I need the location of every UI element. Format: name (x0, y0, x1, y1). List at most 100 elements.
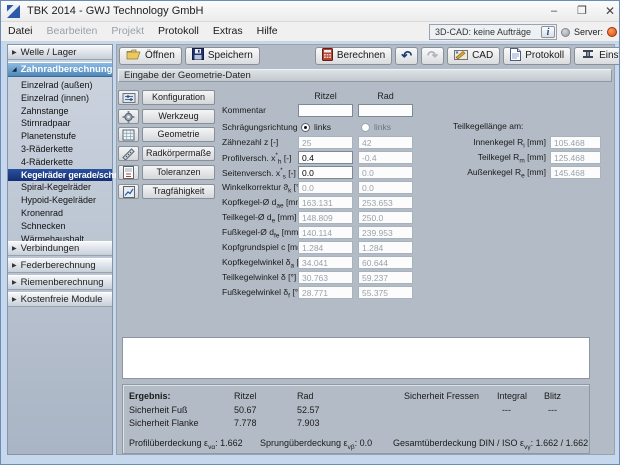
rad-teilkegel-input (358, 211, 413, 224)
form-row-kopfkegelwinkel: Kopfkegelwinkel δa [°] (1, 256, 620, 270)
cone-row-label: Teilkegel R (478, 152, 520, 162)
radio-label: links (314, 122, 331, 132)
sidebar-section-zahnradberechnung[interactable]: ◢ Zahnradberechnung (8, 62, 112, 77)
form-row-kopfkegel-durchmesser: Kopfkegel-Ø dae [mm] (1, 196, 620, 210)
expanded-arrow-icon: ◢ (12, 66, 17, 73)
section-title: Eingabe der Geometrie-Daten (124, 70, 251, 81)
results-panel: Ergebnis: Ritzel Rad Sicherheit Fressen … (122, 384, 590, 454)
rad-winkelkorrektur-input (358, 181, 413, 194)
settings-button[interactable]: Einstellungen (574, 47, 620, 65)
result-value: 52.57 (297, 405, 320, 415)
settings-button-label: Einstellungen (599, 50, 620, 61)
cad-status-text: 3D-CAD: keine Aufträge (435, 27, 531, 37)
sidebar-item-einzelrad-innen[interactable]: Einzelrad (innen) (8, 92, 112, 105)
menu-hilfe[interactable]: Hilfe (250, 22, 285, 41)
row-label: Fußkegel-Ø d (222, 227, 274, 237)
close-button[interactable]: ✕ (596, 1, 620, 21)
cone-length-title: Teilkegellänge am: (453, 121, 523, 131)
row-label: Fußkegelwinkel δ (222, 287, 288, 297)
message-output-box (122, 337, 590, 379)
document-icon (510, 48, 521, 64)
cone-row-teilkegel: Teilkegel Rm [mm] (1, 151, 620, 165)
form-row-fusskegelwinkel: Fußkegelwinkel δf [°] (1, 286, 620, 300)
settings-clamp-icon (581, 48, 595, 63)
konfiguration-button[interactable]: Konfiguration (142, 90, 215, 105)
results-col-integral: Integral (497, 391, 527, 401)
row-label: Teilkegel-Ø d (222, 212, 272, 222)
open-button[interactable]: Öffnen (119, 47, 182, 65)
rad-kopfkegel-input (358, 196, 413, 209)
row-label: Kopfgrundspiel c (222, 242, 285, 252)
minimize-button[interactable]: – (540, 1, 568, 21)
nav-row-konfiguration: Konfiguration (118, 90, 215, 105)
maximize-button[interactable]: ❐ (568, 1, 596, 21)
aussenkegel-input (550, 166, 601, 179)
menu-extras[interactable]: Extras (206, 22, 250, 41)
sidebar-section-label: Welle / Lager (21, 47, 77, 58)
result-value: 50.67 (234, 405, 257, 415)
menu-protokoll[interactable]: Protokoll (151, 22, 206, 41)
result-value: 7.903 (297, 418, 320, 428)
redo-icon: ↷ (427, 49, 438, 62)
form-row-kopfgrundspiel: Kopfgrundspiel c [mm] (1, 241, 620, 255)
save-button-label: Speichern (208, 50, 253, 61)
info-button[interactable]: i (541, 26, 555, 38)
radio-label: links (374, 122, 391, 132)
sidebar-item-einzelrad-aussen[interactable]: Einzelrad (außen) (8, 79, 112, 92)
ritzel-kommentar-input[interactable] (298, 104, 353, 117)
app-window: TBK 2014 - GWJ Technology GmbH – ❐ ✕ Dat… (0, 0, 620, 465)
row-label: Kopfkegelwinkel δ (222, 257, 291, 267)
sidebar-section-welle-lager[interactable]: ▶ Welle / Lager (8, 45, 112, 60)
rad-kommentar-input[interactable] (358, 104, 413, 117)
cone-row-label: Außenkegel R (467, 167, 521, 177)
ritzel-helix-links-radio[interactable] (301, 123, 310, 132)
row-label: Winkelkorrektur ϑ (222, 182, 288, 192)
results-col-rad: Rad (297, 391, 314, 401)
cone-row-innenkegel: Innenkegel Ri [mm] (1, 136, 620, 150)
cad-drawing-icon (454, 48, 468, 63)
undo-button[interactable]: ↶ (395, 47, 418, 65)
ritzel-teilkegel-input (298, 211, 353, 224)
calculate-button[interactable]: Berechnen (315, 47, 392, 65)
ritzel-winkelkorrektur-input (298, 181, 353, 194)
collapsed-arrow-icon: ▶ (12, 49, 17, 56)
overlap-gesamt: Gesamtüberdeckung DIN / ISO εvγ: 1.662 /… (393, 438, 588, 451)
rad-helix-links-radio (361, 123, 370, 132)
form-row-fusskegel-durchmesser: Fußkegel-Ø dfe [mm] (1, 226, 620, 240)
ritzel-teilkegelwinkel-input (298, 271, 353, 284)
results-col-blitz: Blitz (544, 391, 561, 401)
teilkegel-laenge-input (550, 151, 601, 164)
results-col-fressen: Sicherheit Fressen (404, 391, 479, 401)
row-label: Kopfkegel-Ø d (222, 197, 276, 207)
menu-projekt: Projekt (104, 22, 151, 41)
configuration-icon[interactable] (118, 90, 139, 105)
titlebar: TBK 2014 - GWJ Technology GmbH – ❐ ✕ (1, 1, 620, 22)
innenkegel-input (550, 136, 601, 149)
rad-kopfkegelwinkel-input (358, 256, 413, 269)
folder-icon (126, 48, 141, 63)
rad-kopfgrundspiel-input (358, 241, 413, 254)
menu-datei[interactable]: Datei (1, 22, 40, 41)
protocol-button[interactable]: Protokoll (503, 47, 571, 65)
form-row-winkelkorrektur: Winkelkorrektur ϑk [°] (1, 181, 620, 195)
result-value: 7.778 (234, 418, 257, 428)
floppy-disk-icon (192, 48, 204, 63)
rad-fusskegelwinkel-input (358, 286, 413, 299)
form-row-teilkegelwinkel: Teilkegelwinkel δ [°] (1, 271, 620, 285)
overlap-profil: Profilüberdeckung εvα: 1.662 (129, 438, 243, 451)
calculator-icon (322, 48, 333, 64)
calculate-button-label: Berechnen (337, 50, 385, 61)
ritzel-fusskegel-input (298, 226, 353, 239)
cone-row-aussenkegel: Außenkegel Re [mm] (1, 166, 620, 180)
results-heading: Ergebnis: (129, 391, 171, 401)
save-button[interactable]: Speichern (185, 47, 260, 65)
cad-button[interactable]: CAD (447, 47, 500, 65)
result-row-label: Sicherheit Flanke (129, 418, 199, 428)
ritzel-kopfkegelwinkel-input (298, 256, 353, 269)
window-title: TBK 2014 - GWJ Technology GmbH (27, 5, 203, 17)
menubar: Datei Bearbeiten Projekt Protokoll Extra… (1, 22, 620, 42)
results-col-ritzel: Ritzel (234, 391, 257, 401)
ritzel-kopfgrundspiel-input (298, 241, 353, 254)
result-value: --- (502, 405, 511, 415)
toolbar: Öffnen Speichern Berechnen ↶ ↷ CAD Proto… (119, 46, 620, 65)
